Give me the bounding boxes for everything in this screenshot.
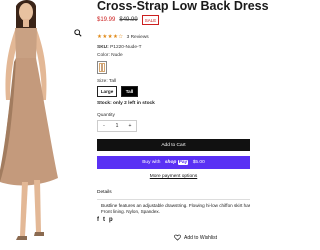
- shop-pay-prefix: Buy with: [142, 160, 161, 165]
- quantity-label: Quantity: [97, 113, 115, 118]
- sku: SKU: P1220-Nude-T: [97, 45, 142, 50]
- size-value: Tall: [108, 79, 117, 84]
- sku-label: SKU:: [97, 45, 109, 50]
- price-row: $19.99 $49.99 SALE: [97, 15, 160, 25]
- color-label: Color:: [97, 53, 110, 58]
- quantity-increase-button[interactable]: +: [124, 123, 136, 129]
- size-line: Size: Tall: [97, 79, 116, 84]
- add-to-wishlist-button[interactable]: Add to Wishlist: [174, 234, 217, 241]
- shop-pay-logo: shop Pay: [163, 160, 189, 165]
- pinterest-icon[interactable]: p: [109, 217, 113, 223]
- quantity-value[interactable]: 1: [111, 123, 123, 129]
- product-info: Cross-Strap Low Back Dress $19.99 $49.99…: [97, 0, 269, 250]
- details-tab[interactable]: Details: [97, 190, 112, 195]
- sale-badge: SALE: [141, 15, 160, 25]
- size-option-large[interactable]: Large: [97, 86, 117, 97]
- color-swatch-nude[interactable]: [97, 61, 107, 74]
- product-description: Bustline features an adjustable drawstri…: [101, 203, 250, 215]
- sku-value: P1220-Nude-T: [110, 45, 142, 50]
- shop-pay-button[interactable]: Buy with shop Pay $5.00: [97, 156, 250, 169]
- rating-row[interactable]: ★★★★☆ 3 Reviews: [97, 34, 149, 40]
- size-label: Size:: [97, 79, 108, 84]
- divider: [97, 199, 250, 200]
- stock-status: Stock: only 2 left in stock: [97, 101, 155, 106]
- reviews-link[interactable]: 3 Reviews: [127, 35, 149, 40]
- size-option-tall[interactable]: Tall: [121, 86, 138, 97]
- add-to-cart-button[interactable]: Add to Cart: [97, 139, 250, 151]
- product-title: Cross-Strap Low Back Dress: [97, 0, 269, 13]
- size-options: Large Tall: [97, 86, 138, 97]
- shop-pay-brand: shop: [164, 160, 177, 165]
- quantity-stepper: - 1 +: [97, 120, 137, 132]
- product-image[interactable]: [0, 0, 86, 250]
- sale-price: $19.99: [97, 17, 116, 23]
- social-share: f t p: [97, 217, 113, 223]
- shop-pay-suffix: Pay: [177, 160, 189, 165]
- zoom-icon[interactable]: [74, 29, 82, 37]
- original-price: $49.99: [119, 17, 138, 23]
- facebook-icon[interactable]: f: [97, 217, 99, 223]
- shop-pay-amount: $5.00: [192, 160, 205, 165]
- quantity-decrease-button[interactable]: -: [98, 123, 110, 129]
- twitter-icon[interactable]: t: [103, 217, 105, 223]
- swatch-image: [99, 63, 105, 72]
- description-line-2: Front lining. Nylon, Spandex.: [101, 209, 160, 215]
- wishlist-label: Add to Wishlist: [184, 234, 218, 241]
- heart-icon: [174, 234, 181, 241]
- star-rating-icon: ★★★★☆: [97, 34, 124, 40]
- color-value: Nude: [111, 53, 123, 58]
- more-payment-options-link[interactable]: More payment options: [97, 174, 250, 179]
- color-line: Color: Nude: [97, 53, 123, 58]
- model-photo: [0, 0, 58, 240]
